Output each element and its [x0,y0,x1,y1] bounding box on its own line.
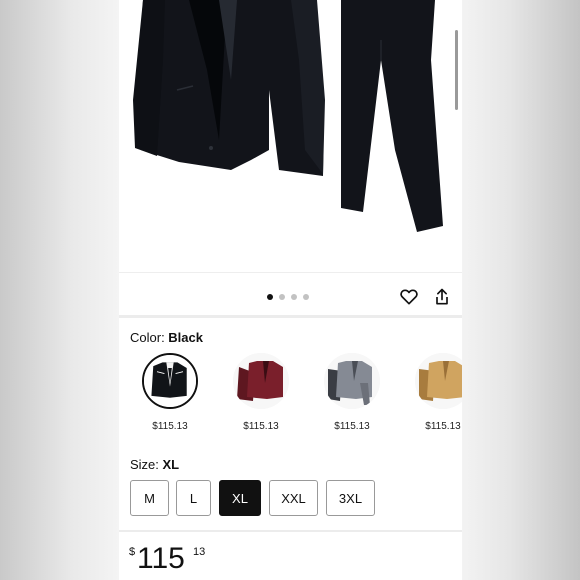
size-option-xl[interactable]: XL [219,480,261,516]
swatch-price: $115.13 [243,421,279,432]
product-image[interactable] [119,0,462,272]
color-label: Color: Black [130,330,203,345]
black-suit-image [133,0,443,232]
selected-color: Black [168,330,203,345]
size-option-l[interactable]: L [176,480,211,516]
scrollbar[interactable] [455,30,458,110]
pagination-dot[interactable] [303,294,309,300]
price-fraction: 13 [193,546,206,558]
swatch-price: $115.13 [334,421,370,432]
size-option-m[interactable]: M [130,480,169,516]
size-option-3xl[interactable]: 3XL [326,480,375,516]
product-page: Color: Black $115.13 $115.13 $115.13 $11… [119,0,462,580]
image-controls [119,272,462,315]
selected-size: XL [162,457,180,472]
heart-icon[interactable] [399,287,419,307]
price-section: $ 115 13 [119,532,462,580]
share-icon[interactable] [432,287,452,307]
color-label-text: Color: [130,330,169,345]
size-label: Size: XL [130,457,179,472]
size-option-xxl[interactable]: XXL [269,480,318,516]
pagination-dot[interactable] [291,294,297,300]
variant-options: Color: Black $115.13 $115.13 $115.13 $11… [119,318,462,530]
background-left [0,0,119,580]
color-swatch-khaki[interactable] [415,353,462,409]
background-right [462,0,580,580]
color-swatch-gray[interactable] [324,353,380,409]
color-swatch-black[interactable] [142,353,198,409]
price-whole: 115 [137,542,185,575]
pagination-dot[interactable] [279,294,285,300]
swatch-price: $115.13 [425,421,461,432]
image-pagination-dots[interactable] [267,294,309,300]
swatch-price: $115.13 [152,421,188,432]
color-swatch-burgundy[interactable] [233,353,289,409]
size-label-text: Size: [130,457,163,472]
price-currency: $ [129,546,136,558]
pagination-dot[interactable] [267,294,273,300]
